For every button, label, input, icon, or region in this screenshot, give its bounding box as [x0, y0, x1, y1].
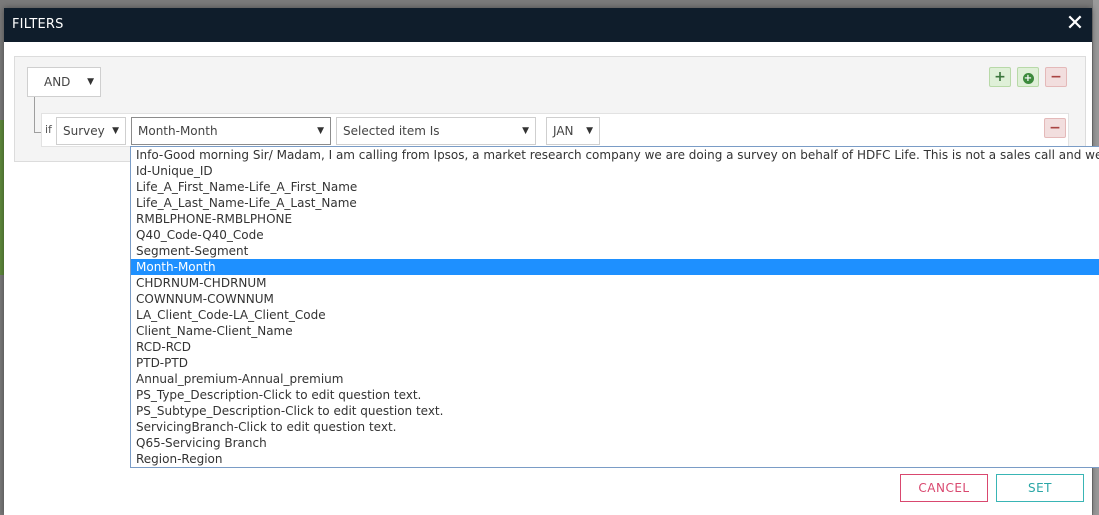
cancel-button[interactable]: CANCEL	[900, 474, 988, 502]
if-label: if	[45, 123, 52, 136]
value-select[interactable]: JAN ▼	[546, 117, 600, 145]
operator-select-value: Selected item Is	[343, 124, 440, 138]
dialog-header: FILTERS ✕	[4, 8, 1092, 42]
dropdown-option[interactable]: PS_Subtype_Description-Click to edit que…	[131, 403, 1099, 419]
dropdown-option[interactable]: PTD-PTD	[131, 355, 1099, 371]
chevron-down-icon: ▼	[112, 126, 119, 136]
group-condition-value: AND	[44, 75, 71, 89]
chevron-down-icon: ▼	[317, 126, 324, 136]
chevron-down-icon: ▼	[522, 126, 529, 136]
dropdown-option[interactable]: Segment-Segment	[131, 243, 1099, 259]
survey-select-value: Survey	[63, 124, 105, 138]
dropdown-option[interactable]: LA_Client_Code-LA_Client_Code	[131, 307, 1099, 323]
group-condition-select[interactable]: AND ▼	[27, 67, 101, 97]
survey-select[interactable]: Survey ▼	[56, 117, 126, 145]
field-options-dropdown[interactable]: Info-Good morning Sir/ Madam, I am calli…	[130, 146, 1099, 468]
value-select-value: JAN	[553, 124, 574, 138]
field-select-value: Month-Month	[138, 124, 218, 138]
dropdown-option[interactable]: CHDRNUM-CHDRNUM	[131, 275, 1099, 291]
dropdown-option[interactable]: Q65-Servicing Branch	[131, 435, 1099, 451]
dropdown-option[interactable]: PS_Type_Description-Click to edit questi…	[131, 387, 1099, 403]
add-group-button[interactable]: +	[1017, 67, 1039, 87]
dropdown-option[interactable]: Info-Good morning Sir/ Madam, I am calli…	[131, 147, 1099, 163]
set-button[interactable]: SET	[996, 474, 1084, 502]
plus-circle-icon: +	[1022, 73, 1034, 84]
dropdown-option[interactable]: Annual_premium-Annual_premium	[131, 371, 1099, 387]
field-select[interactable]: Month-Month ▼	[131, 117, 331, 145]
dropdown-option[interactable]: Life_A_Last_Name-Life_A_Last_Name	[131, 195, 1099, 211]
chevron-down-icon: ▼	[586, 126, 593, 136]
remove-rule-button[interactable]: −	[1044, 118, 1066, 138]
dropdown-option[interactable]: Month-Month	[131, 259, 1099, 275]
dropdown-option[interactable]: Region-Region	[131, 451, 1099, 467]
dropdown-option[interactable]: Id-Unique_ID	[131, 163, 1099, 179]
chevron-down-icon: ▼	[87, 77, 94, 87]
rule-connector-line	[34, 97, 35, 133]
dropdown-option[interactable]: Client_Name-Client_Name	[131, 323, 1099, 339]
add-rule-button[interactable]: +	[989, 67, 1011, 87]
dropdown-option[interactable]: COWNNUM-COWNNUM	[131, 291, 1099, 307]
dropdown-option[interactable]: RCD-RCD	[131, 339, 1099, 355]
close-icon[interactable]: ✕	[1064, 12, 1086, 36]
dropdown-option[interactable]: RMBLPHONE-RMBLPHONE	[131, 211, 1099, 227]
dropdown-option[interactable]: Q40_Code-Q40_Code	[131, 227, 1099, 243]
operator-select[interactable]: Selected item Is ▼	[336, 117, 536, 145]
filter-rule-row: if Survey ▼ Month-Month ▼ Selected item …	[41, 113, 1069, 147]
dropdown-option[interactable]: ServicingBranch-Click to edit question t…	[131, 419, 1099, 435]
remove-group-button[interactable]: −	[1045, 67, 1067, 87]
dropdown-option[interactable]: Life_A_First_Name-Life_A_First_Name	[131, 179, 1099, 195]
dialog-title: FILTERS	[12, 17, 64, 32]
